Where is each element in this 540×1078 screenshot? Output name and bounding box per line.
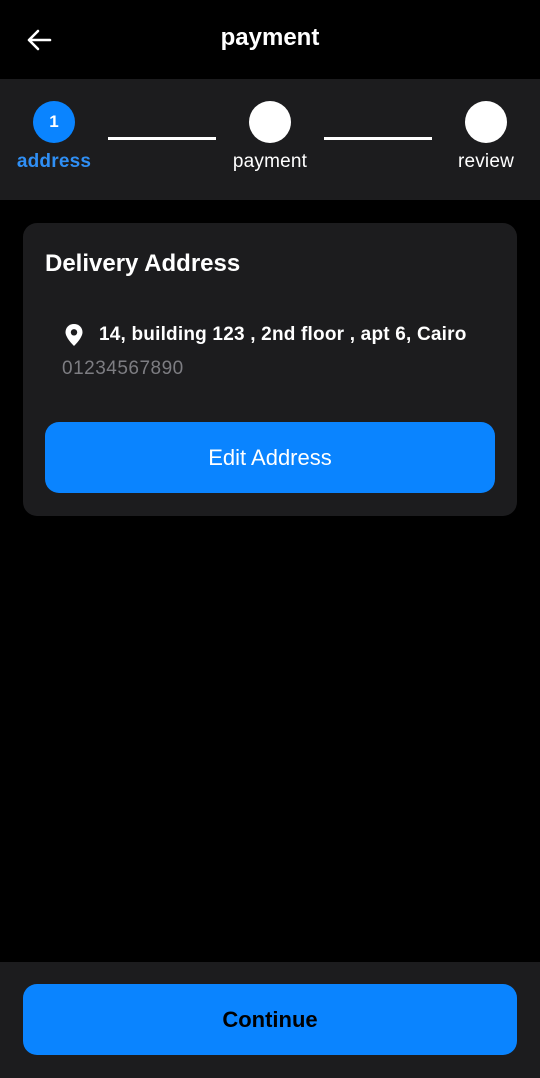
step-connector [108,137,216,140]
address-text: 14, building 123 , 2nd floor , apt 6, Ca… [99,324,467,345]
delivery-address-card: Delivery Address 14, building 123 , 2nd … [23,223,517,516]
continue-button[interactable]: Continue [23,984,517,1055]
bottom-bar: Continue [0,962,540,1078]
phone-number: 01234567890 [62,358,184,379]
location-pin-icon [63,323,85,347]
step-label-review: review [457,151,515,172]
step-circle-payment [249,101,291,143]
checkout-stepper: 1 address payment review [0,79,540,200]
step-address[interactable]: 1 address [4,101,104,173]
step-review[interactable]: review [436,101,536,173]
checkout-screen: payment 1 address payment review Deliver… [0,0,540,1078]
card-title: Delivery Address [45,250,241,277]
step-circle-review [465,101,507,143]
step-connector [324,137,432,140]
step-label-address: address [16,151,92,172]
app-bar: payment [0,0,540,79]
edit-address-button[interactable]: Edit Address [45,422,495,493]
page-title: payment [220,24,320,51]
address-row: 14, building 123 , 2nd floor , apt 6, Ca… [63,323,467,347]
step-circle-address: 1 [33,101,75,143]
step-label-payment: payment [232,151,308,172]
step-payment[interactable]: payment [220,101,320,173]
